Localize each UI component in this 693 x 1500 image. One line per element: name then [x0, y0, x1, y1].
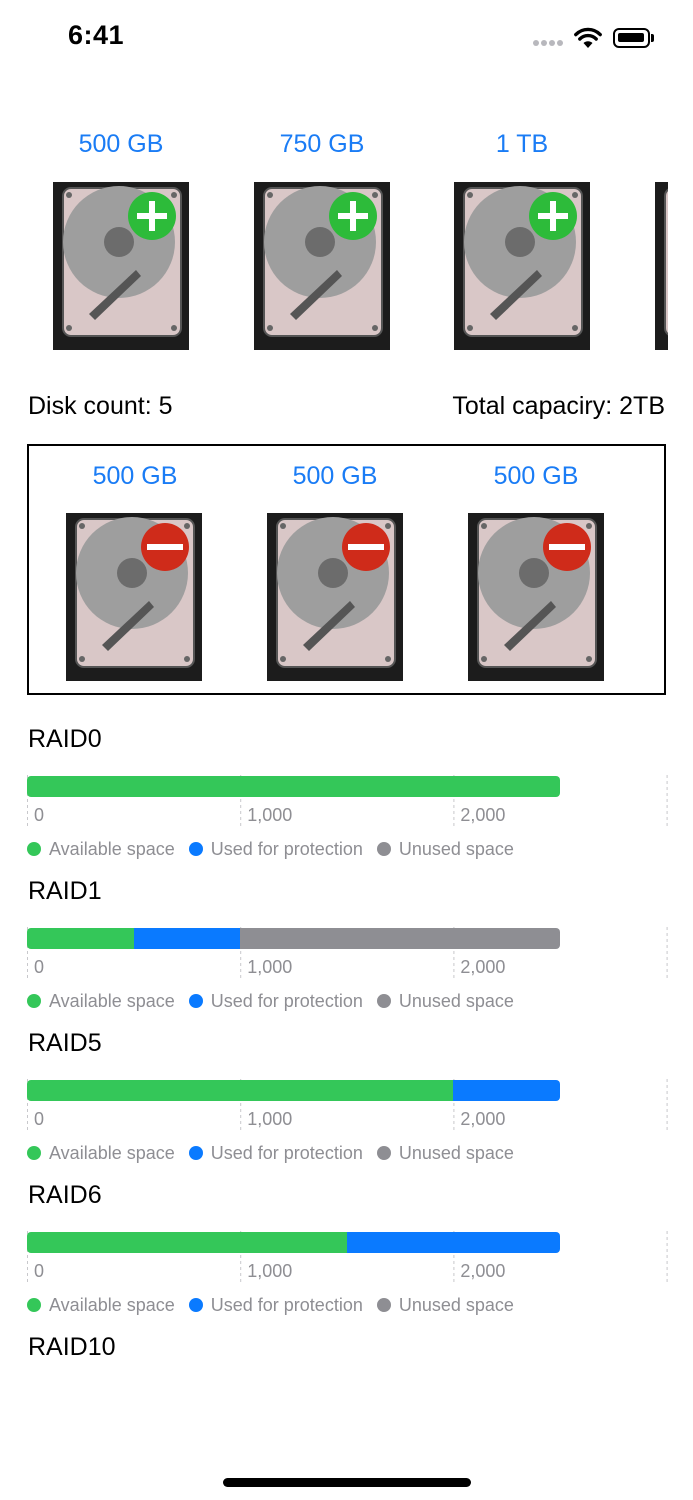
hard-drive-add-button[interactable] — [254, 182, 390, 350]
legend-dot — [188, 842, 203, 856]
tick-label: 1,000 — [247, 1109, 292, 1129]
status-icons — [533, 26, 657, 50]
bar-segment-available — [27, 928, 134, 949]
legend-label: Unused space — [398, 1294, 514, 1315]
legend-label: Used for protection — [210, 1142, 363, 1163]
tick-label: 1,000 — [247, 1261, 292, 1281]
hard-drive-add-button[interactable] — [454, 182, 590, 350]
chart-legend: Available space Used for protection Unused… — [27, 1142, 528, 1164]
legend-dot — [27, 1146, 41, 1160]
disk-size-label: 750 GB — [279, 130, 365, 158]
legend-dot — [376, 1298, 391, 1312]
hard-drive-add-button[interactable] — [53, 182, 189, 350]
tick-label: 2,000 — [460, 1261, 505, 1281]
legend-item-protection: Used for protection — [188, 990, 363, 1012]
legend-item-available: Available space — [27, 991, 175, 1012]
hard-drive-remove-button[interactable] — [267, 513, 403, 681]
legend-dot — [188, 994, 203, 1008]
tick-label: 1,000 — [247, 957, 292, 977]
chart-legend: Available space Used for protection Unused… — [27, 838, 528, 860]
raid-capacity-bar — [27, 776, 560, 797]
status-bar: 6:41 — [0, 0, 693, 80]
raid-title: RAID10 — [28, 1333, 116, 1361]
legend-item-unused: Unused space — [376, 1142, 514, 1164]
legend-item-available: Available space — [27, 1143, 175, 1164]
wifi-icon — [574, 27, 602, 48]
selected-disks-panel: 500 GB 500 GB 500 GB — [27, 444, 666, 695]
legend-item-protection: Used for protection — [188, 838, 363, 860]
tick-label: 0 — [34, 805, 44, 825]
raid-capacity-bar — [27, 1232, 560, 1253]
legend-dot — [376, 994, 391, 1008]
chart-legend: Available space Used for protection Unused… — [27, 990, 528, 1012]
legend-item-available: Available space — [27, 1295, 175, 1316]
hard-drive-add-button[interactable] — [655, 182, 668, 350]
legend-label: Unused space — [398, 1142, 514, 1163]
legend-label: Used for protection — [210, 838, 363, 859]
legend-dot — [27, 842, 41, 856]
bar-segment-protection — [346, 1232, 560, 1253]
hard-drive-remove-button[interactable] — [468, 513, 604, 681]
legend-label: Used for protection — [210, 990, 363, 1011]
bar-segment-available — [27, 1080, 454, 1101]
legend-dot — [27, 994, 41, 1008]
disk-size-label: 500 GB — [78, 130, 164, 158]
battery-icon — [613, 28, 655, 48]
legend-dot — [27, 1298, 41, 1312]
legend-label: Available space — [49, 838, 175, 859]
raid-title: RAID5 — [28, 1029, 102, 1057]
home-indicator[interactable] — [223, 1478, 471, 1487]
legend-dot — [188, 1298, 203, 1312]
disk-count-label: Disk count: 5 — [28, 392, 173, 420]
legend-dot — [376, 1146, 391, 1160]
legend-label: Available space — [49, 1294, 175, 1315]
disk-size-label: 1 TB — [495, 130, 549, 158]
bar-segment-available — [27, 1232, 347, 1253]
legend-item-available: Available space — [27, 839, 175, 860]
legend-label: Unused space — [398, 838, 514, 859]
tick-label: 0 — [34, 1109, 44, 1129]
tick-label: 1,000 — [247, 805, 292, 825]
legend-dot — [376, 842, 391, 856]
legend-label: Available space — [49, 1142, 175, 1163]
tick-label: 2,000 — [460, 805, 505, 825]
raid-title: RAID6 — [28, 1181, 102, 1209]
tick-label: 0 — [34, 957, 44, 977]
tick-label: 2,000 — [460, 1109, 505, 1129]
disk-size-label: 500 GB — [292, 462, 378, 490]
legend-item-unused: Unused space — [376, 1294, 514, 1316]
legend-item-protection: Used for protection — [188, 1294, 363, 1316]
legend-item-unused: Unused space — [376, 838, 514, 860]
hard-drive-remove-button[interactable] — [66, 513, 202, 681]
legend-label: Available space — [49, 990, 175, 1011]
disk-size-label: 500 GB — [493, 462, 579, 490]
disk-size-label: 500 GB — [92, 462, 178, 490]
legend-label: Used for protection — [210, 1294, 363, 1315]
bar-segment-protection — [133, 928, 241, 949]
total-capacity-label: Total capaciry: 2TB — [452, 392, 665, 420]
legend-item-unused: Unused space — [376, 990, 514, 1012]
chart-legend: Available space Used for protection Unused… — [27, 1294, 528, 1316]
status-time: 6:41 — [68, 20, 125, 50]
raid-title: RAID0 — [28, 725, 102, 753]
legend-label: Unused space — [398, 990, 514, 1011]
legend-dot — [188, 1146, 203, 1160]
raid-capacity-bar — [27, 1080, 560, 1101]
available-disks-scroller[interactable]: 500 GB 750 GB 1 TB — [0, 125, 668, 360]
cellular-signal-icon — [533, 40, 565, 46]
bar-segment-protection — [453, 1080, 560, 1101]
legend-item-protection: Used for protection — [188, 1142, 363, 1164]
raid-title: RAID1 — [28, 877, 102, 905]
bar-segment-available — [27, 776, 560, 797]
tick-label: 2,000 — [460, 957, 505, 977]
tick-label: 0 — [34, 1261, 44, 1281]
raid-capacity-bar — [27, 928, 560, 949]
bar-segment-unused — [240, 928, 560, 949]
